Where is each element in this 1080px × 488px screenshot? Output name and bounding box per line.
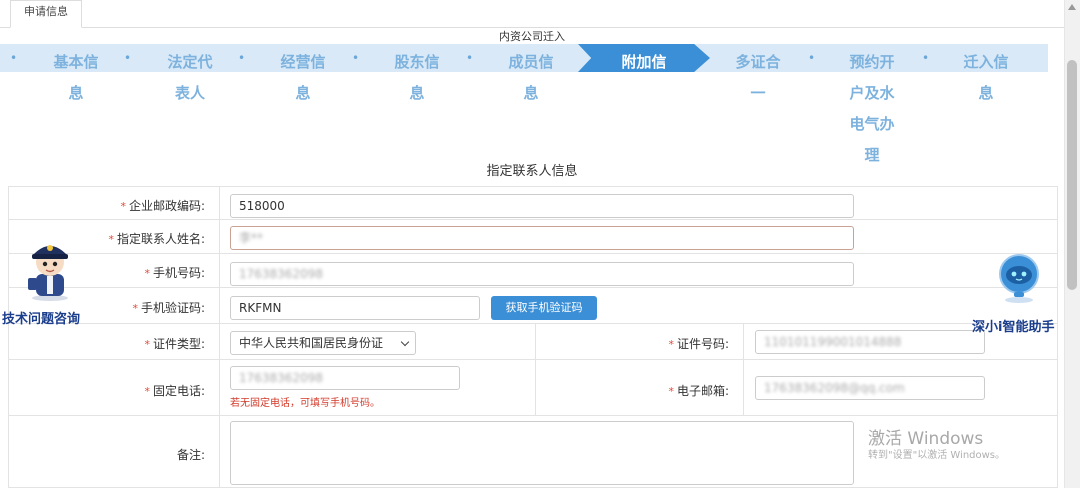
step-separator-dot: •: [352, 51, 360, 65]
wizard-step-7[interactable]: 多证合一: [730, 47, 786, 109]
step-separator-dot: •: [808, 51, 816, 65]
wizard-step-label-line: 一: [750, 84, 766, 102]
postal-code-label: * 企业邮政编码:: [120, 199, 205, 213]
step-separator-dot: •: [466, 51, 474, 65]
id-type-select[interactable]: 中华人民共和国居民身份证: [230, 331, 416, 355]
tech-support-label[interactable]: 技术问题咨询: [2, 308, 80, 327]
sms-code-input[interactable]: RKFMN: [230, 296, 480, 320]
wizard-step-label-line: 股东信: [394, 53, 440, 71]
step-separator-dot: •: [124, 51, 132, 65]
mobile-input[interactable]: 17638362098: [230, 262, 854, 286]
landline-hint: 若无固定电话，可填写手机号码。: [230, 398, 380, 409]
form-row-mobile: * 手机号码: 17638362098: [8, 254, 1058, 288]
email-label: * 电子邮箱:: [668, 384, 729, 398]
wizard-step-9[interactable]: 迁入信息: [958, 47, 1014, 109]
wizard-step-3[interactable]: 经营信息: [275, 47, 331, 109]
form-row-phone-email: * 固定电话: 17638362098 若无固定电话，可填写手机号码。 * 电子邮箱…: [8, 360, 1058, 416]
tab-application-info[interactable]: 申请信息: [10, 0, 82, 28]
id-type-label: * 证件类型:: [144, 337, 205, 351]
wizard-step-label-line: 经营信: [280, 53, 326, 71]
form-row-sms: * 手机验证码: RKFMN 获取手机验证码: [8, 288, 1058, 324]
ai-assistant-label[interactable]: 深小i智能助手: [972, 316, 1054, 335]
wizard-step-6[interactable]: 附加信: [616, 47, 672, 109]
wizard-step-label-line: 息: [523, 84, 539, 102]
step-separator-dot: •: [922, 51, 930, 65]
vertical-scrollbar[interactable]: [1064, 0, 1080, 488]
ai-assistant-robot[interactable]: [994, 252, 1044, 304]
scroll-thumb[interactable]: [1067, 60, 1077, 290]
wizard-step-5[interactable]: 成员信息: [503, 47, 559, 109]
tech-support-mascot[interactable]: [22, 236, 78, 302]
chevron-down-icon: [400, 337, 410, 347]
wizard-step-label-line: 电气办: [849, 115, 895, 133]
scroll-up-arrow-icon[interactable]: [1068, 4, 1076, 10]
wizard-step-4[interactable]: 股东信息: [389, 47, 445, 109]
wizard-step-8[interactable]: 预约开 户及水 电气办理: [844, 47, 900, 171]
wizard-step-label-line: 成员信: [508, 53, 554, 71]
wizard-step-label-line: 息: [68, 84, 84, 102]
form-row-contact-name: * 指定联系人姓名: 李**: [8, 220, 1058, 254]
landline-label: * 固定电话:: [144, 384, 205, 398]
get-sms-code-button[interactable]: 获取手机验证码: [491, 296, 597, 320]
wizard-title: 内资公司迁入: [499, 30, 565, 43]
section-title: 指定联系人信息: [486, 164, 578, 179]
wizard-step-label-line: 表人: [174, 84, 205, 102]
robot-assistant-icon: [999, 254, 1039, 303]
wizard-step-label-line: 附加信: [621, 53, 667, 71]
wizard-step-label-line: 息: [409, 84, 425, 102]
wizard-step-label-line: 息: [978, 84, 994, 102]
wizard-step-label-line: 迁入信: [963, 53, 1009, 71]
landline-input[interactable]: 17638362098: [230, 366, 460, 390]
police-mascot-icon: [28, 245, 68, 301]
wizard-step-label-line: 法定代: [167, 53, 213, 71]
tab-bar: 申请信息: [0, 0, 1064, 28]
form-row-id: * 证件类型: 中华人民共和国居民身份证 * 证件号码: 1101011990010…: [8, 324, 1058, 360]
form-row-postal: * 企业邮政编码: 518000: [8, 186, 1058, 220]
remark-textarea[interactable]: [230, 421, 854, 485]
postal-code-input[interactable]: 518000: [230, 194, 854, 218]
wizard-step-label-line: 息: [295, 84, 311, 102]
id-number-input[interactable]: 110101199001014888: [755, 330, 985, 354]
id-number-label: * 证件号码:: [668, 337, 729, 351]
wizard-step-1[interactable]: 基本信息: [48, 47, 104, 109]
step-separator-dot: •: [238, 51, 246, 65]
wizard-step-label-line: 多证合: [735, 53, 781, 71]
wizard-step-2[interactable]: 法定代 表人: [162, 47, 218, 109]
wizard-step-label-line: 户及水: [849, 84, 895, 102]
email-input[interactable]: 17638362098@qq.com: [755, 376, 985, 400]
activation-watermark-subtitle: 转到"设置"以激活 Windows。: [868, 450, 1006, 461]
contact-name-input[interactable]: 李**: [230, 226, 854, 250]
wizard-step-label-line: [616, 78, 672, 109]
wizard-step-label-line: 预约开: [849, 53, 895, 71]
wizard-step-label-line: 基本信: [53, 53, 99, 71]
remark-label: 备注:: [176, 448, 205, 462]
step-separator-dot: •: [10, 51, 18, 65]
